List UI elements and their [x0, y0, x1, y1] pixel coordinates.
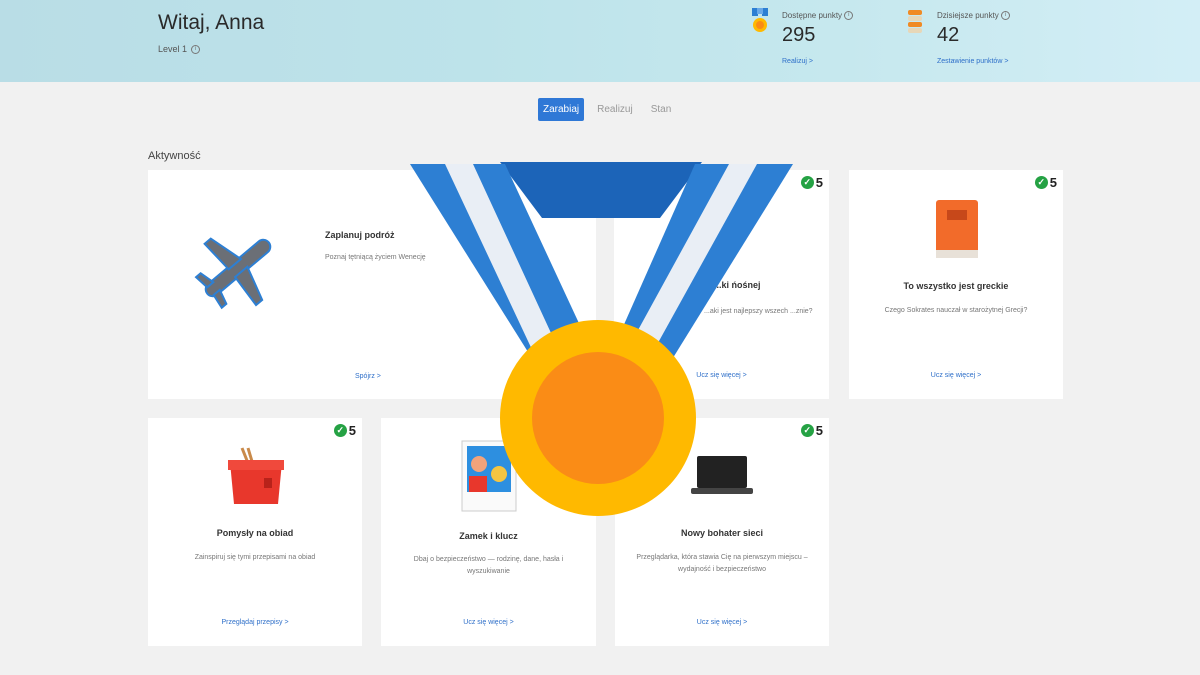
- activity-card-greek[interactable]: ✓ 5 To wszystko jest greckie Czego Sokrat…: [849, 170, 1063, 399]
- today-points-label: Dzisiejsze punkty i: [937, 11, 1011, 21]
- info-icon[interactable]: i: [1001, 11, 1011, 21]
- check-icon: ✓: [1034, 176, 1048, 189]
- tab-earn[interactable]: Zarabiaj: [538, 98, 585, 121]
- info-icon[interactable]: i: [191, 45, 201, 55]
- section-title: Aktywność: [148, 150, 201, 162]
- level-indicator: Level 1i: [158, 44, 201, 55]
- card-link[interactable]: Ucz się więcej >: [381, 619, 596, 626]
- card-description: Czego Sokrates nauczał w starożytnej Gre…: [884, 307, 1028, 314]
- card-title: To wszystko jest greckie: [903, 281, 1009, 291]
- takeout-box-icon: [228, 447, 284, 504]
- card-title: Pomysły na obiad: [216, 528, 294, 538]
- points-breakdown-link[interactable]: Zestawienie punktów >: [937, 58, 1008, 65]
- greeting-title: Witaj, Anna: [158, 11, 265, 34]
- coin-stack-icon: [908, 10, 922, 33]
- available-points-label: Dostępne punkty i: [782, 11, 854, 21]
- tab-status[interactable]: Stan: [646, 98, 677, 121]
- card-description: Przeglądarka, która stawia Cię na pierws…: [636, 554, 808, 573]
- rewards-header: Witaj, Anna Level 1i Dostępne punkty i 2…: [0, 0, 1200, 82]
- activity-card-dinner[interactable]: ✓ 5 Pomysły na obiad Zainspiruj się tymi …: [148, 418, 362, 646]
- today-points-value: 42: [937, 24, 960, 46]
- tab-redeem[interactable]: Realizuj: [592, 98, 638, 121]
- tab-bar: Zarabiaj Realizuj Stan: [538, 98, 684, 121]
- medal-icon: [410, 162, 793, 516]
- medal-points-icon: [752, 8, 768, 32]
- check-icon: ✓: [800, 424, 814, 437]
- card-description: Dbaj o bezpieczeństwo — rodzinę, dane, h…: [413, 556, 564, 575]
- points-badge: ✓ 5: [1034, 175, 1057, 190]
- redeem-link[interactable]: Realizuj >: [782, 58, 813, 65]
- card-link[interactable]: Ucz się więcej >: [615, 619, 829, 626]
- book-icon: [936, 200, 978, 258]
- card-title: Nowy bohater sieci: [680, 528, 764, 538]
- check-icon: ✓: [800, 176, 814, 189]
- airplane-icon: [194, 237, 272, 310]
- check-icon: ✓: [333, 424, 347, 437]
- card-link[interactable]: Spójrz >: [355, 373, 381, 380]
- available-points-value: 295: [782, 24, 816, 46]
- card-link[interactable]: Przeglądaj przepisy >: [148, 619, 362, 626]
- points-badge: ✓ 5: [800, 423, 823, 438]
- card-title: Zamek i klucz: [459, 531, 518, 541]
- card-description: Zainspiruj się tymi przepisami na obiad: [194, 554, 316, 561]
- level-label: Level 1: [158, 44, 188, 54]
- points-badge: ✓ 5: [333, 423, 356, 438]
- points-badge: ✓ 5: [800, 175, 823, 190]
- card-link[interactable]: Ucz się więcej >: [849, 372, 1063, 379]
- info-icon[interactable]: i: [844, 11, 854, 21]
- card-title: Zaplanuj podróż: [325, 230, 395, 240]
